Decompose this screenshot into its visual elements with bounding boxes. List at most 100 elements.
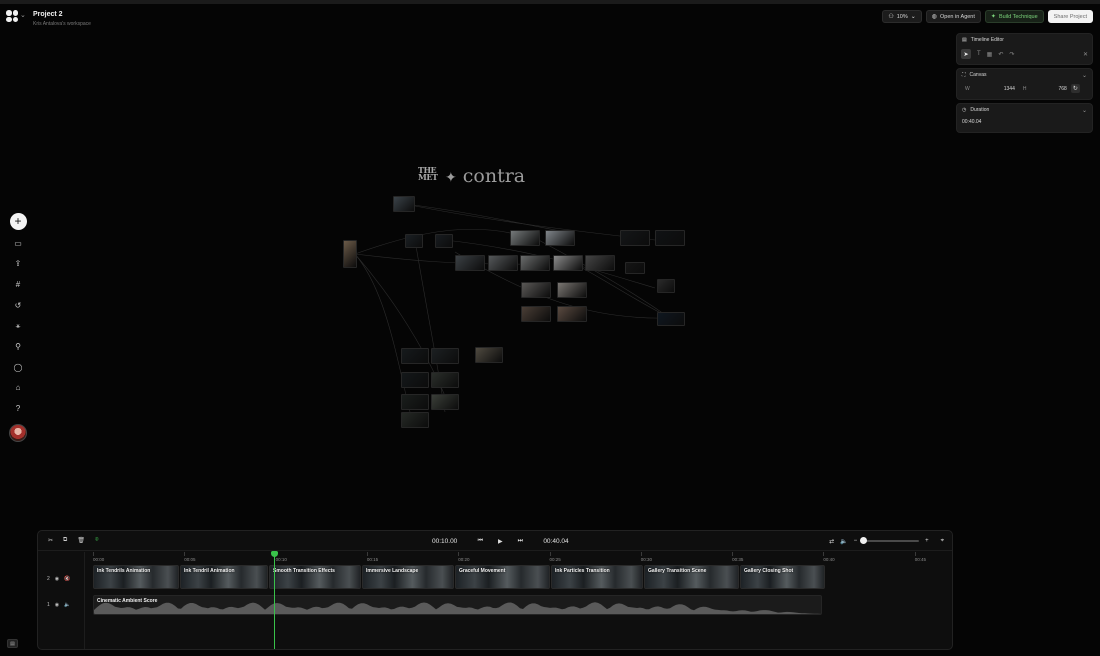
build-technique-button[interactable]: ✦ Build Technique (984, 10, 1044, 23)
media-node[interactable] (557, 282, 587, 298)
height-field[interactable]: 768 (1058, 86, 1066, 92)
panel-toggle-icon[interactable]: ▤ (7, 639, 18, 648)
share-project-label: Share Project (1053, 13, 1087, 20)
help-icon[interactable]: ? (11, 402, 25, 416)
video-clip[interactable]: Gallery Closing Shot (740, 565, 825, 589)
chevron-down-icon[interactable]: ⌄ (20, 11, 26, 19)
zoom-dropdown[interactable]: ⚇ 10% ⌄ (882, 10, 922, 23)
media-node[interactable] (401, 394, 429, 410)
media-node[interactable] (545, 230, 575, 246)
media-node[interactable] (431, 394, 459, 410)
skip-forward-icon[interactable]: ⏭ (513, 538, 527, 545)
graduation-cap-icon[interactable]: ⌂ (11, 381, 25, 395)
media-node[interactable] (401, 348, 429, 364)
playhead-handle[interactable] (270, 551, 278, 557)
video-clip[interactable]: Immersive Landscape (362, 565, 454, 589)
volume-icon[interactable]: 🔈 (840, 538, 847, 545)
fit-icon[interactable]: ⌖ (941, 538, 944, 545)
video-clip[interactable]: Gallery Transition Scene (644, 565, 739, 589)
video-clip[interactable]: Graceful Movement (455, 565, 550, 589)
video-clip[interactable]: Ink Particles Transition (551, 565, 643, 589)
collapse-icon[interactable]: ✕ (1083, 51, 1088, 58)
media-node[interactable] (585, 255, 615, 271)
chevron-down-icon[interactable]: ⌄ (1082, 107, 1087, 114)
media-node[interactable] (401, 372, 429, 388)
media-node[interactable] (520, 255, 550, 271)
ruler-tick: 00:00 (93, 552, 105, 562)
eye-icon[interactable]: ◉ (55, 576, 59, 582)
editor-toolbar: ➤ T ▦ ↶ ↷ ✕ (957, 46, 1092, 64)
skip-back-icon[interactable]: ⏮ (473, 538, 487, 545)
media-node[interactable] (455, 255, 485, 271)
media-node[interactable] (393, 196, 415, 212)
undo-icon[interactable]: ↶ (998, 51, 1003, 58)
canvas-size-row: W 1344 H 768 ↻ (957, 81, 1092, 99)
duplicate-icon[interactable]: ⧉ (63, 537, 67, 544)
node-graph-canvas[interactable]: THE MET ✦ contra (335, 150, 705, 440)
media-node[interactable] (521, 282, 551, 298)
video-clip[interactable]: Smooth Transition Effects (269, 565, 361, 589)
media-node[interactable] (521, 306, 551, 322)
width-field[interactable]: 1344 (1004, 86, 1015, 92)
canvas-header[interactable]: ⛶ Canvas ⌄ (957, 69, 1092, 81)
media-node[interactable] (557, 306, 587, 322)
media-node[interactable] (431, 372, 459, 388)
media-node[interactable] (657, 312, 685, 326)
magnet-icon[interactable]: ⌾ (95, 537, 99, 544)
pointer-tool-icon[interactable]: ➤ (961, 49, 971, 59)
add-button[interactable]: + (9, 213, 27, 230)
text-tool-icon[interactable]: T (977, 51, 981, 57)
media-node[interactable] (431, 348, 459, 364)
media-node[interactable] (657, 279, 675, 293)
video-clip[interactable]: Ink Tendrils Animation (93, 565, 179, 589)
history-icon[interactable]: ↺ (11, 298, 25, 312)
media-node[interactable] (510, 230, 540, 246)
slider-knob[interactable] (860, 537, 868, 544)
redo-icon[interactable]: ↷ (1009, 51, 1014, 58)
app-logo-icon[interactable] (6, 10, 18, 22)
media-node[interactable] (435, 234, 453, 248)
media-node[interactable] (625, 262, 645, 274)
ruler-tick: 00:20 (458, 552, 470, 562)
hash-icon[interactable]: # (11, 277, 25, 291)
media-node[interactable] (488, 255, 518, 271)
audio-clip-label: Cinematic Ambient Score (97, 598, 158, 604)
mute-icon[interactable]: 🔇 (64, 576, 70, 582)
media-node[interactable] (475, 347, 503, 363)
playhead[interactable] (273, 551, 275, 649)
time-ruler[interactable]: 00:00 00:05 00:10 00:15 00:20 00:25 00:30 00:35… (85, 552, 952, 565)
folder-icon[interactable]: ▭ (11, 236, 25, 250)
scissors-icon[interactable]: ✂ (48, 537, 53, 544)
upload-icon[interactable]: ⇪ (11, 257, 25, 271)
trash-icon[interactable]: 🗑 (77, 537, 85, 544)
media-node[interactable] (405, 234, 423, 248)
media-node[interactable] (401, 412, 429, 428)
audio-clip[interactable]: Cinematic Ambient Score (93, 595, 822, 615)
video-clip[interactable]: Ink Tendril Animation (180, 565, 268, 589)
volume-icon[interactable]: 🔈 (64, 602, 70, 608)
open-in-agent-button[interactable]: ◍ Open in Agent (925, 10, 981, 23)
media-node[interactable] (655, 230, 685, 246)
timeline-zoom-slider[interactable] (860, 537, 920, 544)
avatar[interactable] (9, 424, 27, 443)
duration-value[interactable]: 00:40.04 (957, 116, 1092, 132)
loop-icon[interactable]: ⇄ (829, 538, 834, 545)
nodes-icon[interactable]: ⚹ (11, 319, 25, 333)
media-node[interactable] (343, 240, 357, 268)
eye-icon[interactable]: ◉ (55, 602, 59, 608)
zoom-in-icon[interactable]: + (925, 538, 929, 544)
zoom-out-icon[interactable]: − (854, 538, 858, 544)
chevron-down-icon[interactable]: ⌄ (1082, 72, 1087, 79)
duration-header[interactable]: ◷ Duration ⌄ (957, 104, 1092, 116)
play-icon[interactable]: ▶ (493, 538, 507, 545)
share-project-button[interactable]: Share Project (1047, 10, 1093, 23)
media-node[interactable] (553, 255, 583, 271)
met-logo: THE MET (418, 165, 438, 182)
search-icon[interactable]: ⚲ (11, 339, 25, 353)
chat-icon[interactable]: ◯ (11, 360, 25, 374)
refresh-icon[interactable]: ↻ (1070, 84, 1080, 93)
grid-tool-icon[interactable]: ▦ (987, 51, 993, 58)
media-node[interactable] (620, 230, 650, 246)
agent-icon: ◍ (931, 14, 938, 20)
clip-label: Ink Particles Transition (555, 568, 610, 574)
